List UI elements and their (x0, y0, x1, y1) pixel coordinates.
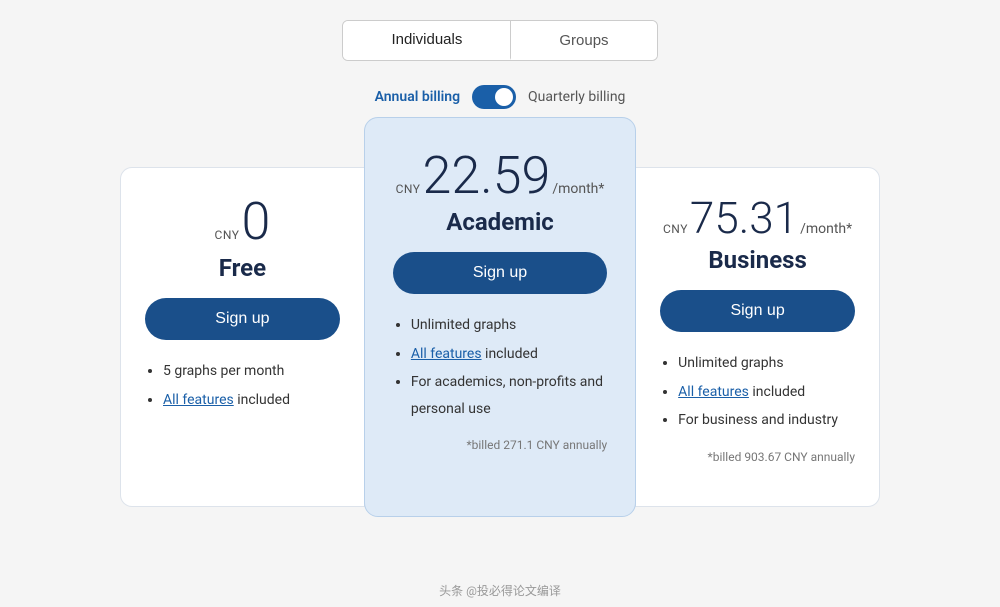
annual-billing-label: Annual billing (375, 89, 460, 105)
business-price-container: CNY 75.31 /month* (660, 196, 855, 240)
academic-feature-2: All features included (411, 341, 607, 368)
tab-groups[interactable]: Groups (511, 21, 656, 60)
free-currency: CNY (215, 228, 240, 242)
watermark: 头条 @投必得论文编译 (439, 582, 561, 599)
free-plan-card: CNY 0 Free Sign up 5 graphs per month Al… (120, 167, 365, 507)
pricing-cards: CNY 0 Free Sign up 5 graphs per month Al… (120, 137, 880, 537)
billing-toggle[interactable] (472, 85, 516, 109)
free-plan-name: Free (145, 254, 340, 282)
free-feature-1: 5 graphs per month (163, 358, 340, 385)
business-feature-1: Unlimited graphs (678, 350, 855, 377)
business-features-list: Unlimited graphs All features included F… (660, 350, 855, 434)
business-period: /month* (800, 221, 852, 237)
academic-billed-note: *billed 271.1 CNY annually (393, 438, 607, 452)
free-features-link[interactable]: All features (163, 392, 234, 408)
academic-feature-3: For academics, non-profits and personal … (411, 369, 607, 422)
academic-signup-button[interactable]: Sign up (393, 252, 607, 294)
free-feature-2: All features included (163, 387, 340, 414)
free-features-list: 5 graphs per month All features included (145, 358, 340, 413)
business-signup-button[interactable]: Sign up (660, 290, 855, 332)
free-price-container: CNY 0 (145, 196, 340, 248)
academic-plan-name: Academic (393, 208, 607, 236)
tab-individuals[interactable]: Individuals (343, 21, 511, 60)
business-price: 75.31 (690, 196, 798, 240)
academic-features-list: Unlimited graphs All features included F… (393, 312, 607, 422)
academic-price: 22.59 (423, 150, 551, 202)
academic-plan-card: CNY 22.59 /month* Academic Sign up Unlim… (364, 117, 636, 517)
toggle-knob (495, 88, 513, 106)
business-plan-card: CNY 75.31 /month* Business Sign up Unlim… (635, 167, 880, 507)
free-signup-button[interactable]: Sign up (145, 298, 340, 340)
quarterly-billing-label: Quarterly billing (528, 89, 625, 105)
business-features-link[interactable]: All features (678, 384, 749, 400)
academic-price-container: CNY 22.59 /month* (393, 150, 607, 202)
plan-tabs: Individuals Groups (342, 20, 657, 61)
business-feature-3: For business and industry (678, 407, 855, 434)
business-billed-note: *billed 903.67 CNY annually (660, 450, 855, 464)
business-currency: CNY (663, 222, 688, 236)
business-plan-name: Business (660, 246, 855, 274)
academic-feature-1: Unlimited graphs (411, 312, 607, 339)
free-price: 0 (241, 196, 270, 248)
billing-toggle-row: Annual billing Quarterly billing (375, 85, 626, 109)
academic-features-link[interactable]: All features (411, 346, 482, 362)
academic-currency: CNY (396, 182, 421, 196)
business-feature-2: All features included (678, 379, 855, 406)
academic-period: /month* (552, 181, 604, 197)
